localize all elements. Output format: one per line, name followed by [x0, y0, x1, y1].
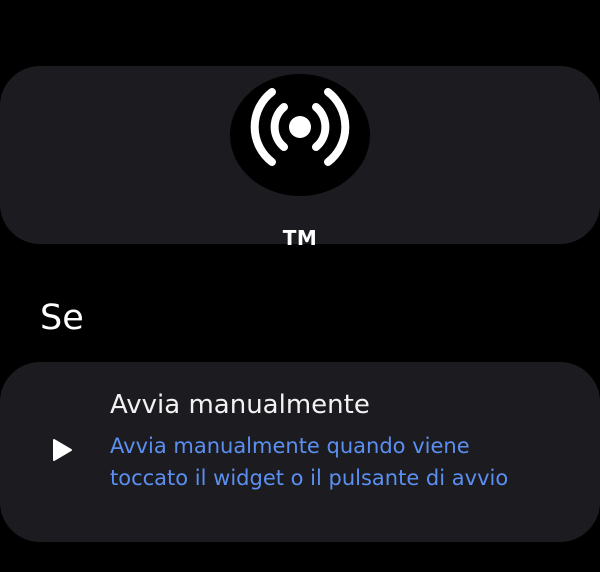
option-description: Avvia manualmente quando viene toccato i… [110, 434, 509, 490]
option-title: Avvia manualmente [110, 390, 370, 420]
mode-title: TM [282, 226, 318, 250]
section-title: Se [40, 298, 84, 338]
header-card: TM [0, 66, 600, 250]
broadcast-icon [250, 88, 350, 166]
broadcast-icon-badge [230, 74, 370, 196]
start-manually-option[interactable]: Avvia manualmente Avvia manualmente quan… [0, 362, 600, 542]
play-icon [53, 439, 72, 461]
